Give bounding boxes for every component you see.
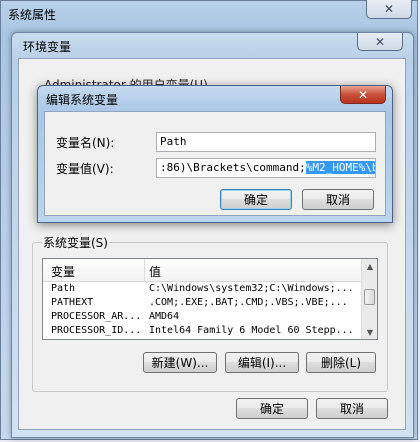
new-variable-button[interactable]: 新建(W)... <box>143 352 217 373</box>
environment-variables-title: 环境变量 <box>23 40 72 54</box>
value-text: :86)\Brackets\command; <box>160 161 306 174</box>
row-value: C:\Windows\system32;C:\Windows;... <box>149 283 354 294</box>
delete-variable-button[interactable]: 删除(L) <box>306 352 376 373</box>
env-ok-button[interactable]: 确定 <box>236 398 308 419</box>
close-icon: ✕ <box>374 34 386 49</box>
close-icon: ✕ <box>383 2 395 16</box>
system-properties-close-button[interactable]: ✕ <box>366 0 412 19</box>
variable-value-field[interactable]: :86)\Brackets\command;%M2_HOME%\bin; <box>156 158 376 178</box>
table-row[interactable]: PROCESSOR_AR... AMD64 <box>43 311 361 325</box>
row-value: .COM;.EXE;.BAT;.CMD;.VBS;.VBE;... <box>149 297 348 308</box>
scroll-down-arrow-icon[interactable]: ▼ <box>362 325 377 339</box>
column-header-value[interactable]: 值 <box>149 263 161 280</box>
column-header-variable[interactable]: 变量 <box>51 263 75 280</box>
row-variable: PROCESSOR_AR... <box>51 311 142 322</box>
row-variable: PATHEXT <box>51 297 94 308</box>
list-scrollbar[interactable]: ▲ ▼ <box>361 259 377 339</box>
row-value: Intel64 Family 6 Model 60 Stepp... <box>149 325 354 336</box>
row-value: AMD64 <box>149 311 180 322</box>
table-row[interactable]: PROCESSOR_ID... Intel64 Family 6 Model 6… <box>43 325 361 339</box>
variable-name-label: 变量名(N): <box>56 136 115 150</box>
edit-variable-button[interactable]: 编辑(I)... <box>225 352 299 373</box>
system-variables-group-label: 系统变量(S) <box>42 234 109 251</box>
system-properties-title: 系统属性 <box>8 8 57 22</box>
system-variables-list[interactable]: 变量 值 Path C:\Windows\system32;C:\Windows… <box>42 258 378 340</box>
edit-ok-button[interactable]: 确定 <box>220 189 292 210</box>
row-variable: Path <box>51 283 76 294</box>
table-row[interactable]: Path C:\Windows\system32;C:\Windows;... <box>43 283 361 297</box>
edit-system-variable-close-button[interactable]: ✕ <box>340 86 386 104</box>
scroll-thumb[interactable] <box>364 289 375 305</box>
edit-cancel-button[interactable]: 取消 <box>302 189 374 210</box>
table-row[interactable]: PATHEXT .COM;.EXE;.BAT;.CMD;.VBS;.VBE;..… <box>43 297 361 311</box>
value-selected-text: %M2_HOME%\bin; <box>305 161 375 174</box>
edit-system-variable-title: 编辑系统变量 <box>46 93 119 107</box>
close-icon: ✕ <box>357 87 369 102</box>
variable-name-field[interactable]: Path <box>156 132 376 152</box>
scroll-up-arrow-icon[interactable]: ▲ <box>362 259 377 273</box>
row-variable: PROCESSOR_ID... <box>51 325 142 336</box>
env-cancel-button[interactable]: 取消 <box>316 398 388 419</box>
column-divider[interactable] <box>144 259 145 281</box>
variable-value-label: 变量值(V): <box>56 162 114 176</box>
environment-variables-close-button[interactable]: ✕ <box>357 33 403 51</box>
list-header: 变量 值 <box>43 259 361 282</box>
